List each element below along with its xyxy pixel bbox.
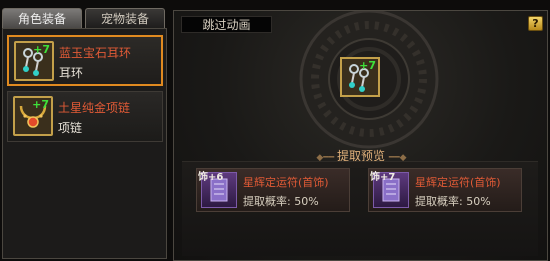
equipment-list-panel: +7 蓝玉宝石耳环 耳环 +7 土星纯金项链 项链 [2, 28, 167, 259]
card-rate: 提取概率: 50% [415, 195, 491, 208]
card-rate: 提取概率: 50% [243, 195, 319, 208]
tab-character-equipment[interactable]: 角色装备 [2, 8, 82, 28]
necklace-icon: +7 [13, 96, 53, 136]
item-name: 土星纯金项链 [58, 101, 131, 115]
result-card[interactable]: 饰+6 星辉定运符(首饰) 提取概率: 50% [196, 168, 350, 212]
tab-pet-equipment[interactable]: 宠物装备 [85, 8, 165, 28]
list-item-earring[interactable]: +7 蓝玉宝石耳环 耳环 [7, 35, 163, 86]
earring-icon: +7 [14, 41, 54, 81]
enhance-level: +7 [359, 59, 376, 72]
item-type: 耳环 [59, 66, 84, 80]
card-tag: 饰+6 [198, 172, 224, 183]
enhance-level: +7 [33, 43, 50, 56]
card-tag: 饰+7 [370, 172, 396, 183]
item-type: 项链 [58, 121, 83, 135]
list-item-necklace[interactable]: +7 土星纯金项链 项链 [7, 91, 163, 142]
item-name: 蓝玉宝石耳环 [59, 46, 132, 60]
equipment-tabs: 角色装备 宠物装备 [2, 8, 167, 28]
selected-item-slot: +7 [340, 57, 380, 97]
skip-animation-button[interactable]: 跳过动画 [181, 16, 272, 33]
result-card[interactable]: 饰+7 星辉定运符(首饰) 提取概率: 50% [368, 168, 522, 212]
card-name: 星辉定运符(首饰) [243, 176, 329, 189]
enhance-level: +7 [32, 98, 49, 111]
preview-results: 饰+6 星辉定运符(首饰) 提取概率: 50% 饰+7 星辉定运符(首饰) 提取… [182, 161, 538, 256]
extraction-panel: 跳过动画 ? +7 ◆━━ 提取预览 ━━◆ 饰+6 星辉定运符(首饰) 提取概… [173, 10, 548, 261]
card-name: 星辉定运符(首饰) [415, 176, 501, 189]
help-button[interactable]: ? [528, 16, 543, 31]
